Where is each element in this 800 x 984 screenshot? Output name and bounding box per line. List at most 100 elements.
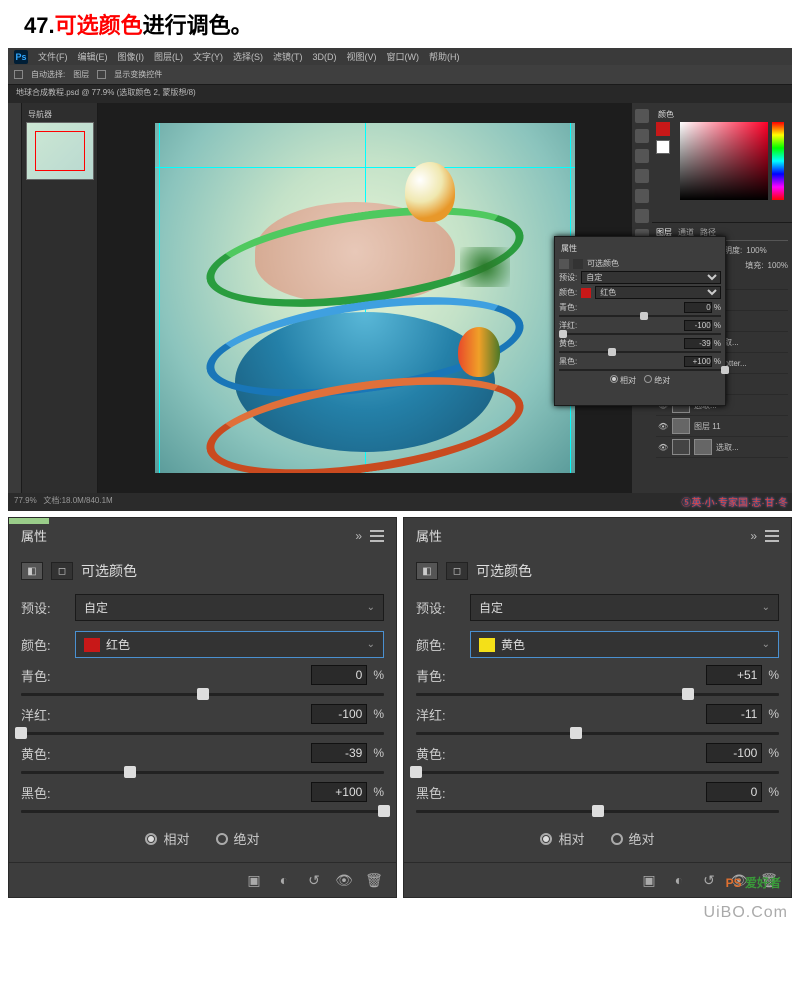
menu-window[interactable]: 窗口(W): [387, 50, 420, 63]
show-transform-checkbox[interactable]: [97, 70, 106, 79]
menu-select[interactable]: 选择(S): [233, 50, 263, 63]
hue-slider[interactable]: [772, 122, 784, 200]
panel-menu-icon[interactable]: [370, 530, 384, 542]
slider-track[interactable]: [559, 351, 721, 353]
trash-icon[interactable]: 🗑: [364, 871, 384, 889]
slider-input[interactable]: [684, 356, 712, 367]
properties-tab[interactable]: 属性: [559, 241, 721, 256]
black-input[interactable]: [706, 782, 762, 802]
slider-track[interactable]: [559, 315, 721, 317]
navigator-thumbnail[interactable]: [26, 122, 94, 180]
visibility-icon[interactable]: 👁: [334, 871, 354, 889]
zoom-level[interactable]: 77.9%: [14, 496, 37, 505]
auto-select-target[interactable]: 图层: [73, 69, 89, 80]
slider-thumb[interactable]: [197, 688, 209, 700]
bg-color-icon[interactable]: [656, 140, 670, 154]
menu-edit[interactable]: 编辑(E): [78, 50, 108, 63]
panel-menu-icon[interactable]: [765, 530, 779, 542]
panel-shortcut-icon[interactable]: [635, 189, 649, 203]
auto-select-checkbox[interactable]: [14, 70, 23, 79]
slider-track[interactable]: [21, 810, 384, 813]
fill-value[interactable]: 100%: [768, 261, 788, 270]
preset-select[interactable]: 自定⌄: [470, 594, 779, 621]
fg-color-icon[interactable]: [656, 122, 670, 136]
panel-shortcut-icon[interactable]: [635, 129, 649, 143]
menu-layer[interactable]: 图层(L): [154, 50, 183, 63]
menu-3d[interactable]: 3D(D): [313, 52, 337, 62]
color-select[interactable]: 红色: [595, 286, 721, 299]
cyan-input[interactable]: [311, 665, 367, 685]
panel-shortcut-icon[interactable]: [635, 109, 649, 123]
preset-select[interactable]: 自定⌄: [75, 594, 384, 621]
slider-track[interactable]: [416, 732, 779, 735]
collapse-icon[interactable]: »: [750, 529, 757, 543]
slider-thumb[interactable]: [15, 727, 27, 739]
tool-palette[interactable]: [8, 103, 22, 493]
panel-title[interactable]: 属性: [416, 526, 442, 545]
slider-thumb[interactable]: [640, 312, 648, 320]
layer-row[interactable]: 👁选取...: [656, 437, 788, 458]
panel-title[interactable]: 属性: [21, 526, 47, 545]
opacity-value[interactable]: 100%: [746, 246, 766, 255]
absolute-radio[interactable]: [611, 833, 623, 845]
slider-thumb[interactable]: [559, 330, 567, 338]
absolute-radio[interactable]: [216, 833, 228, 845]
slider-input[interactable]: [684, 302, 712, 313]
slider-input[interactable]: [684, 320, 712, 331]
relative-radio[interactable]: [610, 375, 618, 383]
yellow-input[interactable]: [311, 743, 367, 763]
menu-help[interactable]: 帮助(H): [429, 50, 460, 63]
slider-track[interactable]: [21, 771, 384, 774]
slider-track[interactable]: [559, 369, 721, 371]
slider-track[interactable]: [559, 333, 721, 335]
magenta-input[interactable]: [311, 704, 367, 724]
slider-input[interactable]: [684, 338, 712, 349]
preset-select[interactable]: 自定: [581, 271, 721, 284]
menu-image[interactable]: 图像(I): [118, 50, 145, 63]
clip-icon[interactable]: ▣: [244, 871, 264, 889]
slider-thumb[interactable]: [682, 688, 694, 700]
panel-shortcut-icon[interactable]: [635, 149, 649, 163]
previous-icon[interactable]: ◐: [274, 871, 294, 889]
color-field[interactable]: [680, 122, 768, 200]
reset-icon[interactable]: ↺: [699, 871, 719, 889]
slider-track[interactable]: [416, 771, 779, 774]
magenta-input[interactable]: [706, 704, 762, 724]
properties-panel-floating[interactable]: 属性 可选颜色 预设: 自定 颜色: 红色 青色: % 洋红: % 黄色: %: [554, 236, 726, 406]
slider-thumb[interactable]: [410, 766, 422, 778]
panel-shortcut-icon[interactable]: [635, 169, 649, 183]
menu-file[interactable]: 文件(F): [38, 50, 68, 63]
clip-icon[interactable]: ▣: [639, 871, 659, 889]
cyan-input[interactable]: [706, 665, 762, 685]
slider-track[interactable]: [416, 810, 779, 813]
menu-view[interactable]: 视图(V): [347, 50, 377, 63]
panel-shortcut-icon[interactable]: [635, 209, 649, 223]
menu-filter[interactable]: 滤镜(T): [273, 50, 303, 63]
slider-track[interactable]: [21, 732, 384, 735]
relative-radio[interactable]: [145, 833, 157, 845]
slider-thumb[interactable]: [592, 805, 604, 817]
fg-bg-swatches[interactable]: [656, 122, 676, 200]
canvas-area[interactable]: [98, 103, 632, 493]
slider-track[interactable]: [416, 693, 779, 696]
document-tab[interactable]: 地球合成教程.psd @ 77.9% (选取颜色 2, 蒙版想/8): [8, 85, 792, 103]
yellow-input[interactable]: [706, 743, 762, 763]
slider-thumb[interactable]: [721, 366, 729, 374]
collapse-icon[interactable]: »: [355, 529, 362, 543]
slider-thumb[interactable]: [378, 805, 390, 817]
absolute-radio[interactable]: [644, 375, 652, 383]
menu-text[interactable]: 文字(Y): [193, 50, 223, 63]
slider-thumb[interactable]: [608, 348, 616, 356]
previous-icon[interactable]: ◐: [669, 871, 689, 889]
reset-icon[interactable]: ↺: [304, 871, 324, 889]
slider-thumb[interactable]: [570, 727, 582, 739]
relative-radio[interactable]: [540, 833, 552, 845]
canvas[interactable]: [155, 123, 575, 473]
slider-track[interactable]: [21, 693, 384, 696]
color-select[interactable]: 黄色 ⌄: [470, 631, 779, 658]
slider-thumb[interactable]: [124, 766, 136, 778]
black-input[interactable]: [311, 782, 367, 802]
color-select[interactable]: 红色 ⌄: [75, 631, 384, 658]
layer-row[interactable]: 👁图层 11: [656, 416, 788, 437]
color-tab[interactable]: 颜色: [656, 107, 788, 122]
